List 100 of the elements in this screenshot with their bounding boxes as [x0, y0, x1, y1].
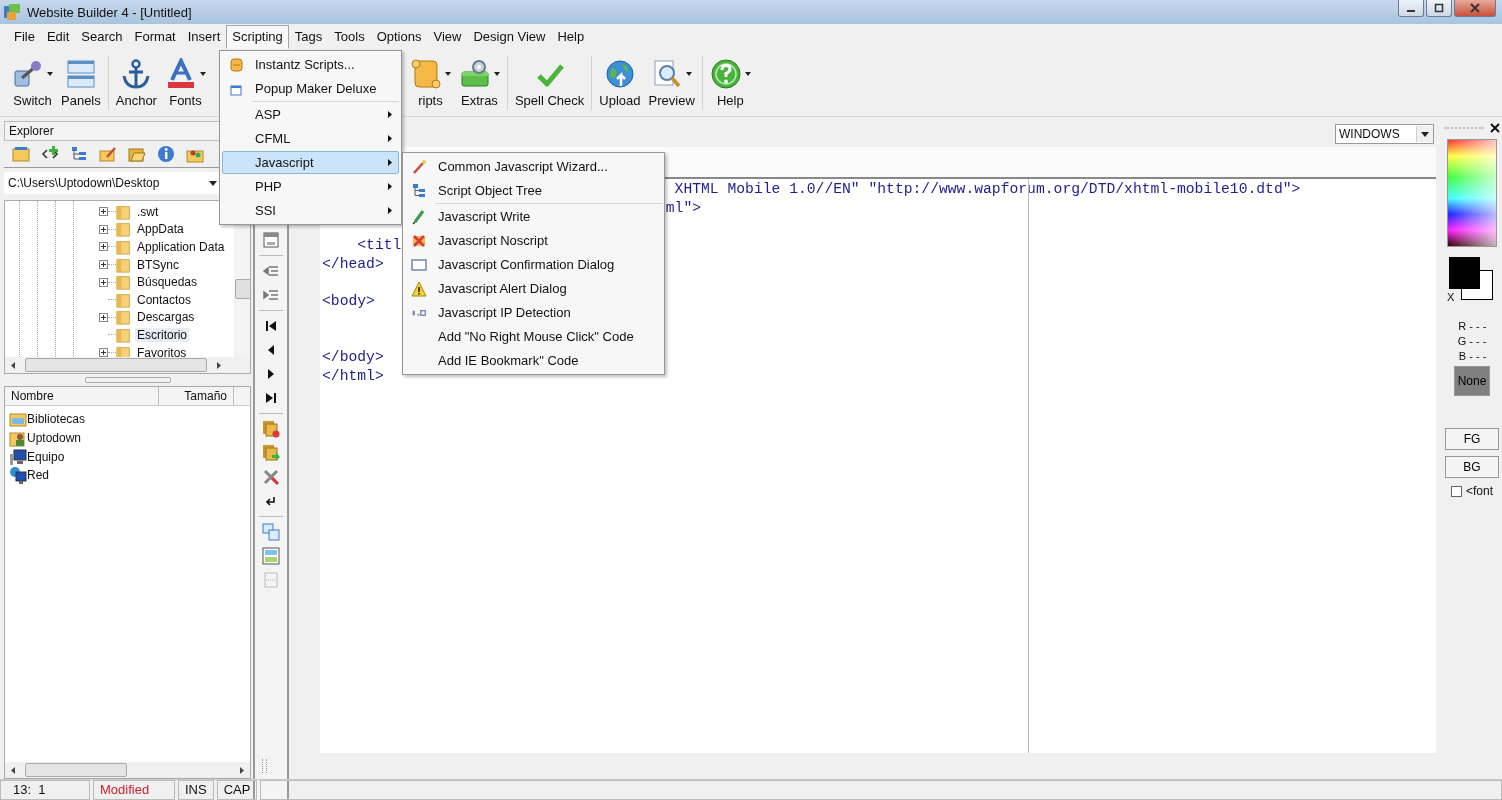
menu-item[interactable]: Design View	[467, 25, 552, 49]
maximize-button[interactable]	[1426, 0, 1452, 17]
menu-item[interactable]: Insert	[181, 25, 227, 49]
minimize-button[interactable]	[1398, 0, 1424, 17]
tree-item[interactable]: BTSync	[135, 257, 181, 272]
scroll-right-icon[interactable]	[238, 766, 246, 774]
menu-item[interactable]: File	[8, 25, 41, 49]
tree-item[interactable]: .swt	[135, 204, 161, 219]
swap-label: X	[1447, 291, 1455, 303]
scroll-left-icon[interactable]	[9, 361, 17, 369]
toolbar-button[interactable]: ripts	[405, 56, 455, 110]
toolbar-button[interactable]: Upload	[595, 56, 645, 110]
color-palette[interactable]	[1447, 139, 1497, 247]
info-icon[interactable]	[157, 145, 175, 163]
menu-item[interactable]: Tools	[328, 25, 371, 49]
menu-item[interactable]: Javascript IP Detection	[405, 301, 662, 324]
toolbar-button[interactable]: Switch	[8, 56, 57, 110]
code-line: XHTML Mobile 1.0//EN" "http://www.wapforum.org/DTD/xhtml-mobile10.dtd">	[674, 181, 1301, 197]
menu-item[interactable]: Javascript Noscript	[405, 229, 662, 252]
expand-icon[interactable]	[99, 224, 108, 234]
checkbox[interactable]	[1451, 485, 1462, 497]
numbered-windows-icon[interactable]	[262, 523, 280, 541]
menu-item[interactable]: Javascript	[222, 151, 399, 174]
window-title: Website Builder 4 - [Untitled]	[27, 4, 192, 20]
scrollbar[interactable]	[5, 762, 250, 778]
menu-item[interactable]: View	[427, 25, 468, 49]
background-button[interactable]: BG	[1445, 456, 1499, 478]
menu-item[interactable]: Scripting	[226, 25, 289, 49]
pen-icon	[411, 208, 427, 225]
color-swatches-drawing[interactable]	[1447, 257, 1493, 301]
toolbar-button[interactable]: Anchor	[111, 56, 161, 110]
scroll-right-icon[interactable]	[215, 361, 223, 369]
expand-icon[interactable]	[99, 242, 108, 252]
toolbar-button[interactable]: Spell Check	[510, 56, 589, 110]
tree-item[interactable]: Escritorio	[135, 327, 189, 342]
window-icon[interactable]	[262, 231, 280, 249]
menu-item[interactable]: Tags	[288, 25, 329, 49]
scroll-left-icon[interactable]	[9, 766, 17, 774]
menu-item[interactable]: Javascript Alert Dialog	[405, 277, 662, 300]
close-button[interactable]	[1454, 0, 1496, 17]
menu-item[interactable]: Common Javascript Wizard...	[405, 155, 662, 178]
column-header[interactable]: Nombre	[5, 387, 159, 405]
encoding-dropdown[interactable]: WINDOWS	[1335, 124, 1434, 144]
menu-item[interactable]: Javascript Confirmation Dialog	[405, 253, 662, 276]
menu-item[interactable]: Search	[75, 25, 129, 49]
file-name[interactable]: Red	[27, 468, 49, 483]
foreground-button[interactable]: FG	[1445, 428, 1499, 450]
dotted-box-icon[interactable]	[262, 571, 280, 589]
splitter-handle[interactable]	[84, 377, 171, 383]
dropdown-arrow-icon	[209, 180, 217, 186]
column-header[interactable]: Tamaño	[159, 387, 234, 405]
menu-item[interactable]: Add "No Right Mouse Click" Code	[405, 325, 662, 348]
file-name[interactable]: Uptodown	[27, 431, 82, 446]
toolbar-button[interactable]: Help	[705, 56, 755, 110]
menu-item[interactable]: Options	[370, 25, 428, 49]
none-button[interactable]: None	[1454, 366, 1490, 396]
tree-item[interactable]: Favoritos	[135, 345, 189, 357]
code-line: </html>	[322, 367, 384, 384]
menu-item[interactable]: Script Object Tree	[405, 179, 662, 202]
menu-item[interactable]: Popup Maker Deluxe	[222, 77, 399, 100]
expand-icon[interactable]	[99, 260, 108, 270]
expand-icon[interactable]	[99, 312, 108, 322]
menu-item[interactable]: Instantz Scripts...	[222, 53, 399, 76]
tree-item[interactable]: Descargas	[135, 310, 197, 325]
channel-reading: B - - -	[1458, 349, 1487, 364]
tools-icon[interactable]	[262, 468, 280, 486]
tree-item[interactable]: Contactos	[135, 292, 194, 307]
scroll-icon	[409, 58, 442, 90]
tree-icon[interactable]	[70, 145, 88, 163]
tree-item[interactable]: AppData	[135, 222, 186, 237]
file-name[interactable]: Bibliotecas	[27, 412, 86, 427]
menu-item[interactable]: Help	[551, 25, 591, 49]
app-icon	[3, 3, 21, 21]
menu-item[interactable]: Add IE Bookmark" Code	[405, 349, 662, 372]
scrollbar[interactable]	[5, 357, 250, 373]
computer-icon	[9, 447, 27, 466]
menu-item[interactable]: Format	[128, 25, 182, 49]
folder-pencil-icon[interactable]	[99, 145, 117, 163]
expand-icon[interactable]	[99, 207, 108, 217]
library-icon	[9, 410, 27, 429]
file-name[interactable]: Equipo	[27, 449, 65, 464]
folder-icon[interactable]	[12, 145, 30, 163]
toolbar-button[interactable]: Panels	[57, 56, 105, 110]
modified-status: Modified	[93, 780, 175, 800]
toolbar-button[interactable]: Fonts	[160, 56, 210, 110]
expand-icon[interactable]	[99, 348, 108, 357]
close-icon[interactable]	[1490, 123, 1500, 133]
expand-icon[interactable]	[99, 277, 108, 287]
scroll-cross-icon	[411, 232, 427, 249]
menu-item[interactable]: Edit	[40, 25, 76, 49]
checkbox-label: <font	[1466, 484, 1493, 498]
menu-item[interactable]: Javascript Write	[405, 205, 662, 228]
page-plus-icon[interactable]	[262, 420, 280, 438]
open-folder-icon[interactable]	[128, 145, 146, 163]
code-line: </body>	[322, 349, 384, 366]
toolbar-button[interactable]: Extras	[454, 56, 504, 110]
tree-item[interactable]: Búsquedas	[135, 275, 200, 290]
scroll-icon	[228, 56, 244, 73]
tree-item[interactable]: Application Data	[135, 240, 227, 254]
toolbar-button[interactable]: Preview	[644, 56, 699, 110]
